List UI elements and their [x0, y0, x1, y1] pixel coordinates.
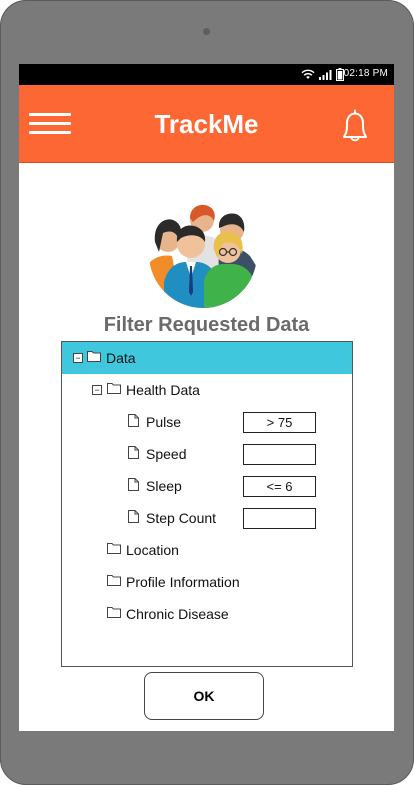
tree-node-chronic-disease[interactable]: Chronic Disease	[62, 598, 352, 630]
collapse-toggle-icon[interactable]: −	[73, 353, 83, 363]
tree-node-label: Chronic Disease	[126, 606, 229, 622]
tree-node-location[interactable]: Location	[62, 534, 352, 566]
folder-icon	[107, 543, 121, 554]
file-icon	[128, 446, 139, 459]
bell-icon[interactable]	[336, 107, 374, 145]
tree-node-label: Speed	[146, 446, 187, 462]
sleep-filter-input[interactable]: <= 6	[243, 476, 316, 497]
tree-node-health-data[interactable]: − Health Data	[62, 374, 352, 406]
signal-icon	[319, 69, 332, 80]
tree-node-label: Pulse	[146, 414, 182, 430]
data-tree: − Data − Health Data Pulse > 75 Speed Sl…	[61, 341, 353, 667]
status-bar: 02:18 PM	[19, 64, 394, 85]
folder-icon	[107, 383, 121, 394]
tree-node-sleep[interactable]: Sleep <= 6	[62, 470, 352, 502]
file-icon	[128, 478, 139, 491]
collapse-toggle-icon[interactable]: −	[92, 385, 102, 395]
tree-node-speed[interactable]: Speed	[62, 438, 352, 470]
folder-icon	[107, 575, 121, 586]
status-time: 02:18 PM	[343, 68, 388, 79]
step-count-filter-input[interactable]	[243, 508, 316, 529]
app-bar: TrackMe	[19, 85, 394, 163]
tree-node-step-count[interactable]: Step Count	[62, 502, 352, 534]
status-icons	[301, 66, 344, 82]
page-heading: Filter Requested Data	[103, 314, 310, 336]
folder-icon	[107, 607, 121, 618]
pulse-filter-input[interactable]: > 75	[243, 412, 316, 433]
tree-node-data[interactable]: − Data	[62, 342, 352, 374]
file-icon	[128, 510, 139, 523]
wifi-icon	[301, 69, 315, 79]
tree-node-label: Location	[126, 542, 179, 558]
tree-node-label: Profile Information	[126, 574, 240, 590]
phone-frame: 02:18 PM TrackMe Filter Requested Data −…	[0, 0, 414, 785]
tree-node-label: Sleep	[146, 478, 182, 494]
tree-node-label: Data	[106, 350, 136, 366]
front-camera	[203, 28, 210, 35]
tree-node-label: Health Data	[126, 382, 200, 398]
ok-button[interactable]: OK	[144, 672, 264, 720]
tree-node-label: Step Count	[146, 510, 217, 526]
folder-icon	[87, 351, 101, 362]
file-icon	[128, 414, 139, 427]
tree-node-pulse[interactable]: Pulse > 75	[62, 406, 352, 438]
speed-filter-input[interactable]	[243, 444, 316, 465]
users-group-icon	[149, 200, 257, 308]
tree-node-profile-information[interactable]: Profile Information	[62, 566, 352, 598]
screen: 02:18 PM TrackMe Filter Requested Data −…	[19, 64, 394, 731]
